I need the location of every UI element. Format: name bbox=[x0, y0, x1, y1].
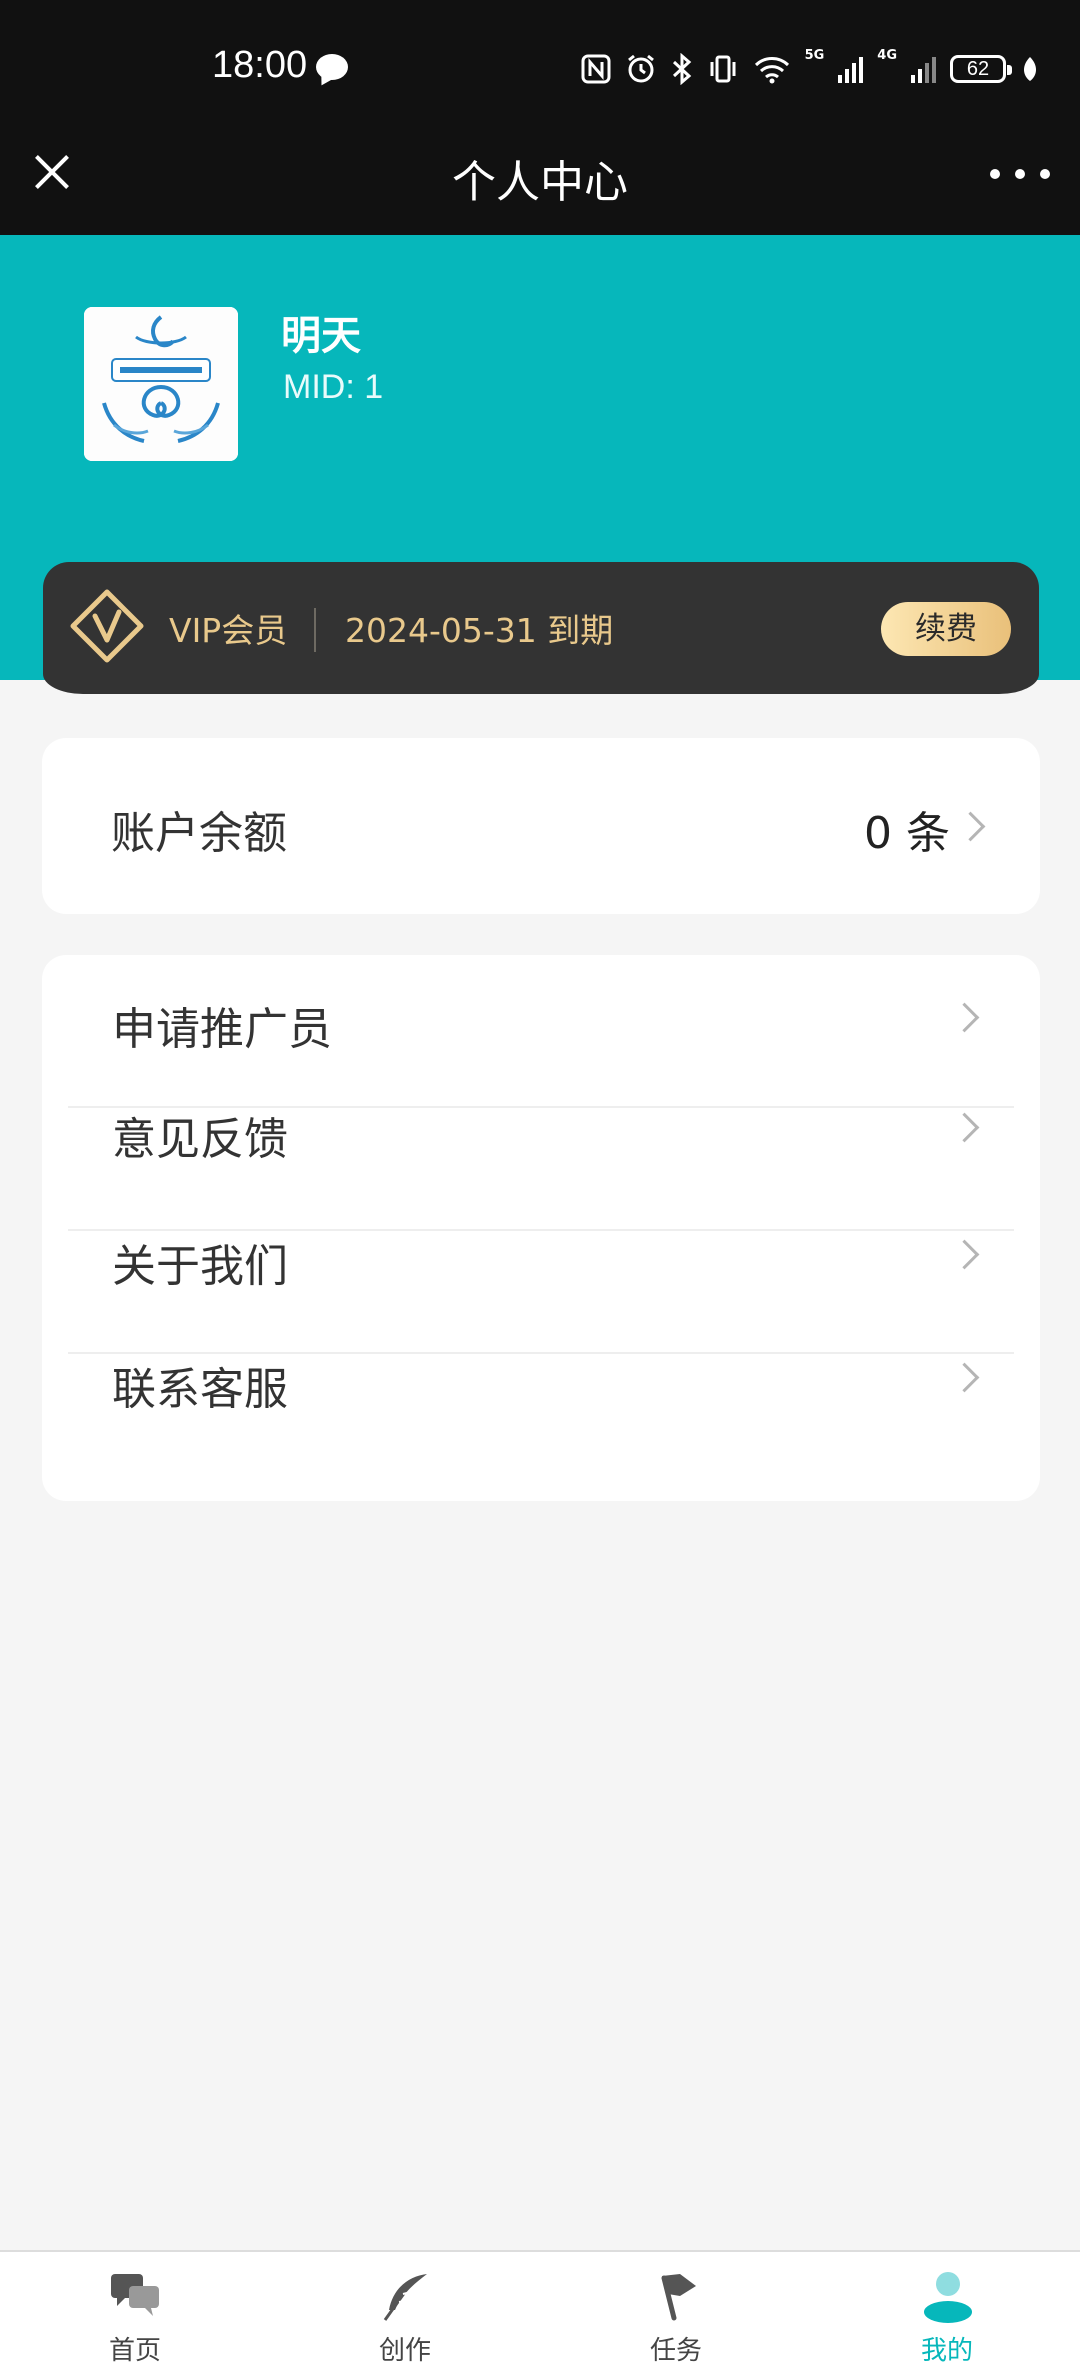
network-5g-label: 5G bbox=[804, 48, 825, 63]
feather-icon bbox=[383, 2274, 427, 2321]
chevron-right-icon bbox=[949, 1002, 980, 1033]
tab-label: 首页 bbox=[108, 2336, 161, 2366]
chevron-right-icon bbox=[955, 811, 986, 842]
alarm-icon bbox=[627, 54, 654, 83]
menu-item-about-us[interactable]: 关于我们 bbox=[42, 1230, 1040, 1353]
battery-icon: 62 bbox=[950, 55, 1012, 83]
menu-item-feedback[interactable]: 意见反馈 bbox=[42, 1107, 1040, 1230]
chevron-right-icon bbox=[949, 1112, 980, 1143]
menu-item-contact-support[interactable]: 联系客服 bbox=[42, 1353, 1040, 1476]
chevron-right-icon bbox=[949, 1362, 980, 1393]
flag-icon bbox=[661, 2274, 696, 2321]
message-notification-icon bbox=[316, 54, 348, 80]
avatar[interactable] bbox=[84, 307, 238, 461]
tab-create[interactable]: 创作 bbox=[305, 2252, 505, 2378]
tab-tasks[interactable]: 任务 bbox=[576, 2252, 776, 2378]
status-icons: 5G 4G 62 bbox=[581, 48, 1040, 90]
more-options-button[interactable] bbox=[990, 164, 1050, 184]
network-4g-label: 4G bbox=[877, 48, 897, 63]
signal-5g-icon bbox=[838, 55, 864, 83]
balance-label: 账户余额 bbox=[111, 808, 287, 859]
vip-label: VIP会员 bbox=[169, 611, 288, 650]
tab-label: 我的 bbox=[920, 2336, 973, 2366]
bottom-tab-bar: 首页 创作 任务 我的 bbox=[0, 2250, 1080, 2378]
status-time: 18:00 bbox=[212, 44, 308, 86]
tab-label: 创作 bbox=[378, 2336, 431, 2366]
menu-item-label: 意见反馈 bbox=[112, 1114, 288, 1165]
wifi-icon bbox=[754, 57, 789, 84]
renew-button[interactable]: 续费 bbox=[881, 602, 1011, 656]
top-bar: 18:00 5G 4G 62 个人中心 bbox=[0, 0, 1080, 235]
vip-diamond-icon bbox=[70, 589, 144, 663]
vip-divider bbox=[314, 608, 316, 652]
menu-item-label: 申请推广员 bbox=[112, 1004, 332, 1055]
blue-bird-logo-icon bbox=[84, 307, 238, 461]
signal-4g-icon bbox=[911, 55, 936, 83]
tab-mine[interactable]: 我的 bbox=[847, 2252, 1047, 2378]
menu-card: 申请推广员 意见反馈 关于我们 联系客服 bbox=[42, 955, 1040, 1501]
user-icon bbox=[924, 2272, 972, 2323]
menu-item-apply-promoter[interactable]: 申请推广员 bbox=[42, 955, 1040, 1078]
balance-value: 0 条 bbox=[864, 808, 950, 859]
chat-bubbles-icon bbox=[111, 2274, 159, 2316]
member-id: MID: 1 bbox=[283, 368, 384, 406]
account-balance-row[interactable]: 账户余额 0 条 bbox=[42, 738, 1040, 914]
tab-label: 任务 bbox=[649, 2336, 702, 2366]
vibrate-icon bbox=[710, 55, 736, 83]
tab-home[interactable]: 首页 bbox=[35, 2252, 235, 2378]
leaf-icon bbox=[1024, 57, 1036, 81]
vip-membership-card[interactable]: VIP会员 2024-05-31 到期 续费 bbox=[43, 562, 1039, 694]
page-title: 个人中心 bbox=[452, 157, 628, 208]
chevron-right-icon bbox=[949, 1239, 980, 1270]
menu-item-label: 关于我们 bbox=[112, 1241, 288, 1292]
username: 明天 bbox=[281, 313, 361, 359]
nfc-icon bbox=[581, 54, 611, 84]
bluetooth-icon bbox=[672, 53, 691, 85]
vip-expiry-date: 2024-05-31 到期 bbox=[345, 611, 614, 650]
menu-item-label: 联系客服 bbox=[112, 1364, 288, 1415]
